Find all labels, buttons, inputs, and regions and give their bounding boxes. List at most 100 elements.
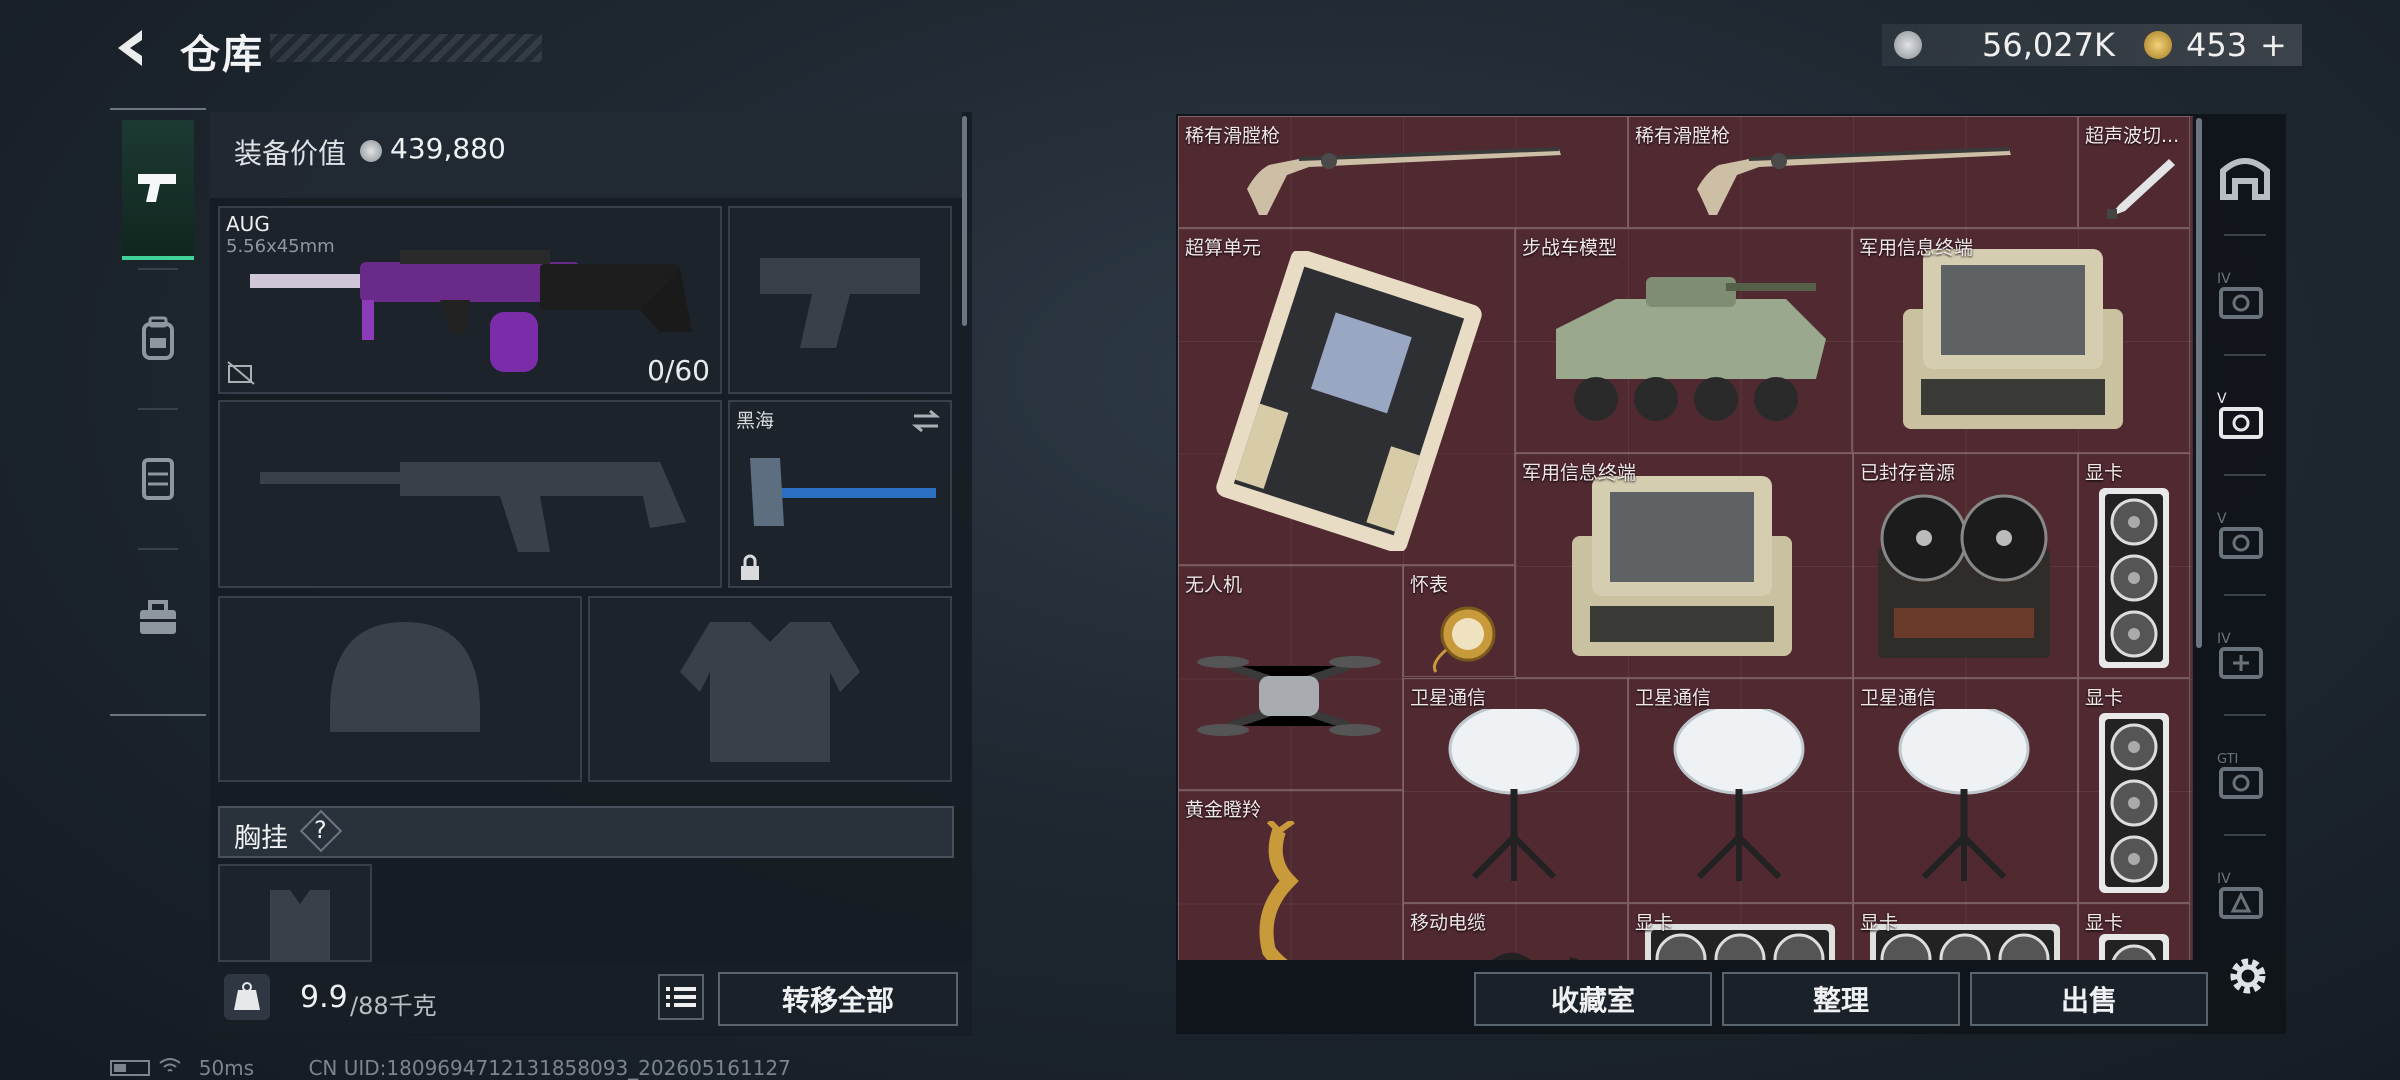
camera-add-icon: IV	[2217, 631, 2263, 679]
gpu-icon	[1645, 924, 1835, 960]
item-label: 无人机	[1185, 574, 1243, 596]
stash-item-graphics-card[interactable]: 显卡	[2078, 453, 2190, 678]
svg-text:V: V	[2217, 391, 2227, 407]
help-mark: ?	[314, 816, 327, 844]
transfer-all-button[interactable]: 转移全部	[718, 972, 958, 1026]
item-label: 移动电缆	[1410, 912, 1487, 934]
silver-coin-icon	[1894, 31, 1922, 59]
body-armor-slot[interactable]	[588, 596, 952, 782]
stash-item-musket[interactable]: 稀有滑膛枪	[1628, 116, 2078, 228]
sell-button[interactable]: 出售	[1970, 972, 2208, 1026]
carry-capacity: /88千克	[350, 992, 437, 1020]
pistol-slot[interactable]	[728, 206, 952, 394]
inventory-bottom-bar: 9.9 /88千克 转移全部	[210, 962, 972, 1034]
equipment-value: 439,880	[390, 132, 506, 165]
musket-icon	[1245, 147, 1563, 217]
stash-grid: 稀有滑膛枪 稀有滑膛枪 超声波切... 超算单元 步战车模型 军用信息终端 军用…	[1178, 116, 2193, 960]
stash-item-musket[interactable]: 稀有滑膛枪	[1178, 116, 1628, 228]
stash-item-graphics-card[interactable]: 显卡	[2078, 678, 2190, 903]
stash-item-ifv-model[interactable]: 步战车模型	[1515, 228, 1852, 453]
melee-name: 黑海	[736, 410, 775, 432]
stash-tab-iv[interactable]: IV	[2204, 236, 2286, 354]
camera-level-5-icon: V	[2217, 391, 2263, 439]
stash-item-satellite-comms[interactable]: 卫星通信	[1403, 678, 1628, 903]
chest-rig-header: 胸挂 ?	[218, 806, 954, 858]
stash-item-military-terminal[interactable]: 军用信息终端	[1515, 453, 1853, 678]
item-label: 显卡	[2085, 462, 2124, 484]
helmet-slot[interactable]	[218, 596, 582, 782]
stash-item-sealed-audio[interactable]: 已封存音源	[1853, 453, 2078, 678]
stash-item-satellite-comms[interactable]: 卫星通信	[1853, 678, 2078, 903]
stash-home-icon	[2220, 158, 2270, 200]
cable-icon	[1492, 952, 1578, 960]
pistol-icon	[138, 174, 176, 202]
ifv-model-icon	[1556, 277, 1826, 421]
weight-kg-icon	[224, 974, 270, 1020]
item-label: 显卡	[2085, 912, 2124, 934]
chest-rig-label: 胸挂	[234, 823, 288, 854]
add-currency-button[interactable]: +	[2260, 26, 2287, 64]
stash-item-graphics-card[interactable]: 显卡	[1853, 903, 2078, 960]
camera-level-4-icon: IV	[2217, 271, 2263, 319]
stash-tab-v-active[interactable]: V	[2204, 356, 2286, 474]
stash-tab-iv-warning[interactable]: IV	[2204, 836, 2286, 954]
currency-bar: 56,027K 453 +	[1882, 24, 2302, 66]
backpack-icon	[142, 316, 174, 360]
item-label: 军用信息终端	[1522, 462, 1637, 484]
chest-rig-slot[interactable]	[218, 864, 372, 962]
item-label: 军用信息终端	[1859, 237, 1974, 259]
stash-item-military-terminal[interactable]: 军用信息终端	[1852, 228, 2190, 453]
stash-item-gold-gazelle[interactable]: 黄金瞪羚	[1178, 790, 1403, 960]
stash-item-ultrasonic-cutter[interactable]: 超声波切...	[2078, 116, 2190, 228]
melee-slot[interactable]: 黑海	[728, 400, 952, 588]
wifi-icon	[156, 1056, 184, 1080]
equipment-scrollbar[interactable]	[962, 116, 967, 326]
gold-coin-icon	[2144, 31, 2172, 59]
list-view-button[interactable]	[658, 974, 704, 1020]
equipment-value-row: 装备价值 439,880	[210, 112, 962, 198]
pocket-watch-icon	[1432, 606, 1496, 673]
stash-item-graphics-card[interactable]: 显卡	[2078, 903, 2190, 960]
lock-icon	[741, 554, 759, 580]
camera-level-5-icon: V	[2217, 511, 2263, 559]
silver-coin-icon	[360, 140, 382, 162]
user-uid: CN UID:1809694712131858093_202605161127	[308, 1055, 791, 1080]
tab-armor[interactable]	[122, 410, 194, 546]
gpu-icon	[2099, 934, 2169, 960]
scalpel-icon	[2107, 159, 2175, 219]
organize-button[interactable]: 整理	[1722, 972, 1960, 1026]
tape-recorder-icon	[1878, 494, 2050, 658]
gold-gazelle-icon	[1259, 821, 1299, 960]
stash-item-graphics-card[interactable]: 显卡	[1628, 903, 1853, 960]
stash-item-drone[interactable]: 无人机	[1178, 565, 1403, 790]
back-button[interactable]	[108, 24, 156, 72]
secondary-weapon-slot[interactable]	[218, 400, 722, 588]
svg-text:GTI: GTI	[2217, 752, 2238, 767]
collection-room-button[interactable]: 收藏室	[1474, 972, 1712, 1026]
primary-weapon-slot[interactable]: AUG 5.56x45mm 0/60	[218, 206, 722, 394]
tab-toolbox[interactable]	[122, 550, 194, 686]
status-bar: 50ms CN UID:1809694712131858093_20260516…	[110, 1054, 791, 1080]
svg-text:IV: IV	[2217, 271, 2231, 287]
stash-tab-gti[interactable]: GTI	[2204, 716, 2286, 834]
stash-tab-v[interactable]: V	[2204, 476, 2286, 594]
stash-item-supercomputer-unit[interactable]: 超算单元	[1178, 228, 1515, 565]
pistol-placeholder-icon	[760, 258, 920, 348]
carry-weight: 9.9	[300, 980, 348, 1015]
armor-placeholder-icon	[680, 622, 860, 762]
circuit-board-icon	[1216, 251, 1482, 551]
item-label: 步战车模型	[1522, 237, 1618, 259]
tab-backpack[interactable]	[122, 270, 194, 406]
battery-icon	[110, 1059, 150, 1076]
item-label: 稀有滑膛枪	[1185, 125, 1281, 147]
helmet-placeholder-icon	[330, 622, 480, 732]
stash-scrollbar[interactable]	[2196, 118, 2202, 648]
settings-button[interactable]	[2224, 952, 2272, 1000]
tab-weapons[interactable]	[122, 120, 194, 260]
stash-item-pocket-watch[interactable]: 怀表	[1403, 565, 1515, 677]
stash-tab-main[interactable]	[2204, 116, 2286, 234]
swap-icon[interactable]	[910, 408, 942, 434]
stash-item-satellite-comms[interactable]: 卫星通信	[1628, 678, 1853, 903]
stash-tab-iv-add[interactable]: IV	[2204, 596, 2286, 714]
stash-item-mobile-cable[interactable]: 移动电缆	[1403, 903, 1628, 960]
